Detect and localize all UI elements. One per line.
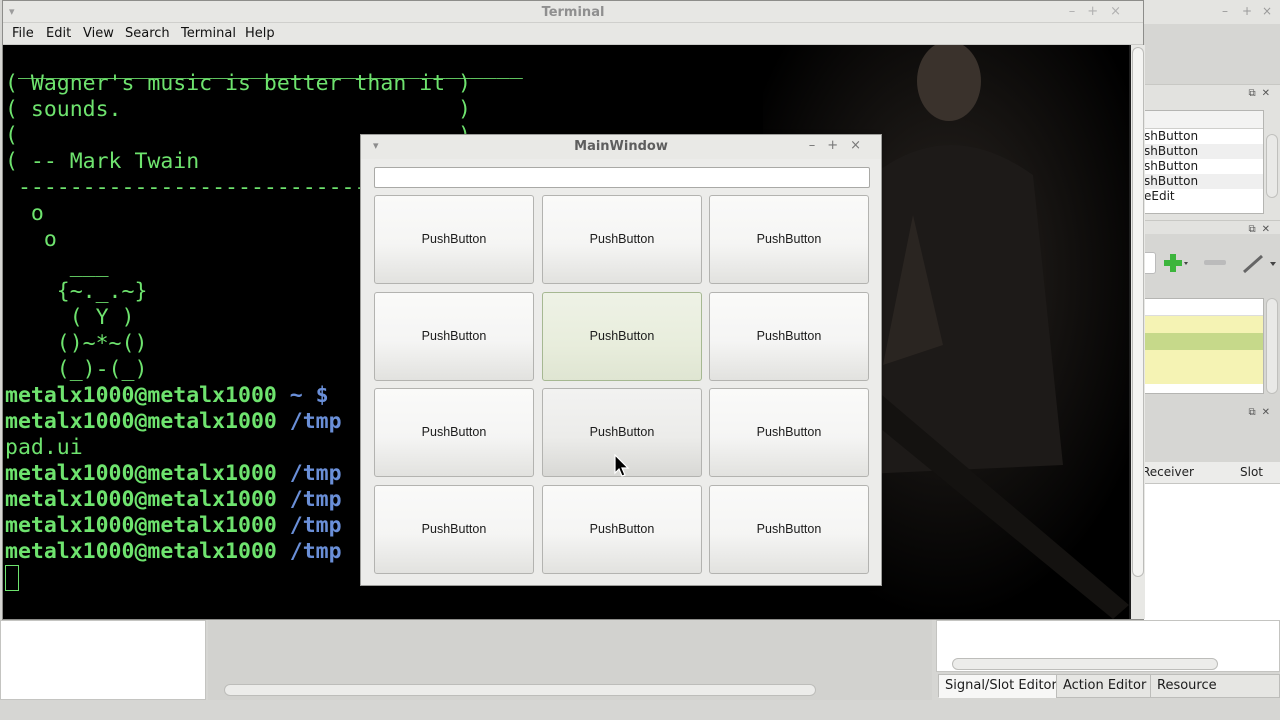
bottom-tab-bar: Signal/Slot Editor Action Editor Resourc… (936, 674, 1280, 715)
dock-float-close-icons[interactable]: ⧉✕ (1248, 88, 1276, 99)
push-button[interactable]: PushButton (709, 485, 869, 574)
designer-titlebar: – + × (1144, 0, 1280, 24)
terminal-line: ( Wagner's music is better than it ) (5, 71, 471, 96)
list-item[interactable]: shButton (1141, 144, 1263, 159)
signal-slot-header: Receiver Slot (1140, 462, 1280, 484)
property-table[interactable] (1140, 298, 1264, 394)
menu-file[interactable]: File (12, 26, 34, 41)
terminal-line: ( -- Mark Twain (5, 149, 200, 174)
object-list-header (1141, 111, 1263, 129)
main-window-title: MainWindow (574, 139, 668, 154)
terminal-line: o (5, 227, 57, 252)
output-line: pad.ui (5, 435, 83, 460)
slot-column-header[interactable]: Slot (1240, 465, 1263, 479)
mouse-pointer-icon (614, 454, 630, 477)
prompt-path: /tmp (276, 487, 342, 512)
prompt-path: /tmp (276, 461, 342, 486)
receiver-column-header[interactable]: Receiver (1142, 465, 1194, 479)
push-button[interactable]: PushButton (374, 388, 534, 477)
list-item[interactable]: shButton (1141, 174, 1263, 189)
status-strip (0, 700, 1280, 720)
minimize-icon[interactable]: – (1222, 4, 1228, 18)
tab-resource-browser[interactable]: Resource Browser (1150, 674, 1280, 715)
widget-box-panel (0, 620, 206, 700)
prompt-line: metalx1000@metalx1000 /tmp (5, 513, 342, 539)
push-button[interactable]: PushButton (374, 292, 534, 381)
terminal-menubar: File Edit View Search Terminal Help (3, 23, 1143, 45)
terminal-cursor (5, 565, 19, 591)
terminal-line: ___ (5, 253, 109, 278)
prompt-path: /tmp (276, 513, 342, 538)
push-button[interactable]: PushButton (709, 388, 869, 477)
push-button[interactable]: PushButton (542, 195, 702, 284)
push-button[interactable]: PushButton (374, 195, 534, 284)
prompt-line: metalx1000@metalx1000 /tmp (5, 539, 342, 565)
signal-hscrollbar[interactable] (952, 658, 1218, 670)
prompt-user: metalx1000@metalx1000 (5, 513, 277, 538)
menu-terminal[interactable]: Terminal (181, 26, 236, 41)
maximize-icon[interactable]: + (1242, 4, 1252, 18)
list-item[interactable]: shButton (1141, 129, 1263, 144)
menu-edit[interactable]: Edit (46, 26, 71, 41)
terminal-titlebar: ▾ Terminal –+× (3, 1, 1143, 23)
push-button[interactable]: PushButton (542, 292, 702, 381)
push-button[interactable]: PushButton (709, 292, 869, 381)
main-window-preview: ▾ MainWindow –+× PushButton PushButton P… (360, 134, 882, 586)
push-button[interactable]: PushButton (542, 485, 702, 574)
signal-slot-dock: ⧉✕ (1140, 404, 1280, 462)
menu-view[interactable]: View (83, 26, 114, 41)
prompt-path: /tmp (276, 409, 342, 434)
prompt-user: metalx1000@metalx1000 (5, 409, 277, 434)
prompt-path: ~ $ (276, 383, 329, 408)
main-window-titlebar: ▾ MainWindow –+× (361, 135, 881, 159)
add-property-icon[interactable] (1162, 252, 1188, 274)
terminal-scrollbar[interactable] (1131, 45, 1145, 619)
button-grid: PushButton PushButton PushButton PushBut… (374, 195, 870, 575)
terminal-line: o (5, 201, 44, 226)
prompt-user: metalx1000@metalx1000 (5, 539, 277, 564)
dock-float-close-icons[interactable]: ⧉✕ (1248, 407, 1276, 418)
terminal-line: {~._.~} (5, 279, 148, 304)
prompt-line: metalx1000@metalx1000 /tmp (5, 487, 342, 513)
desktop: – + × ⧉✕ shButton shButton shButton shBu… (0, 0, 1280, 720)
tab-signal-slot-editor[interactable]: Signal/Slot Editor (938, 674, 1064, 698)
push-button[interactable]: PushButton (709, 195, 869, 284)
prompt-path: /tmp (276, 539, 342, 564)
dock-float-close-icons[interactable]: ⧉✕ (1248, 224, 1276, 235)
prompt-user: metalx1000@metalx1000 (5, 383, 277, 408)
remove-property-icon[interactable] (1204, 260, 1226, 265)
prompt-user: metalx1000@metalx1000 (5, 487, 277, 512)
object-inspector-list[interactable]: shButton shButton shButton shButton eEdi… (1140, 110, 1264, 214)
property-toolbar (1140, 244, 1280, 278)
menu-help[interactable]: Help (245, 26, 275, 41)
tab-action-editor[interactable]: Action Editor (1056, 674, 1154, 698)
list-item[interactable]: shButton (1141, 159, 1263, 174)
terminal-title: Terminal (541, 5, 605, 20)
terminal-line: ( Y ) (5, 305, 135, 330)
window-controls[interactable]: –+× (809, 138, 873, 153)
terminal-line: ( sounds. ) (5, 97, 471, 122)
terminal-line: (_)-(_) (5, 357, 148, 382)
list-item[interactable]: eEdit (1141, 189, 1263, 204)
form-hscrollbar[interactable] (224, 684, 816, 696)
configure-icon[interactable] (1240, 252, 1278, 274)
prompt-line: metalx1000@metalx1000 /tmp (5, 409, 342, 435)
scrollbar-thumb[interactable] (1132, 47, 1144, 577)
terminal-line: ()~*~() (5, 331, 148, 356)
close-icon[interactable]: × (1262, 4, 1272, 18)
push-button[interactable]: PushButton (374, 485, 534, 574)
window-controls[interactable]: –+× (1069, 4, 1133, 19)
prompt-line: metalx1000@metalx1000 ~ $ (5, 383, 329, 409)
object-list-scrollbar[interactable] (1266, 134, 1278, 198)
prompt-line: metalx1000@metalx1000 /tmp (5, 461, 342, 487)
menu-search[interactable]: Search (125, 26, 170, 41)
line-edit[interactable] (374, 167, 870, 188)
prompt-user: metalx1000@metalx1000 (5, 461, 277, 486)
property-scrollbar[interactable] (1266, 298, 1278, 394)
